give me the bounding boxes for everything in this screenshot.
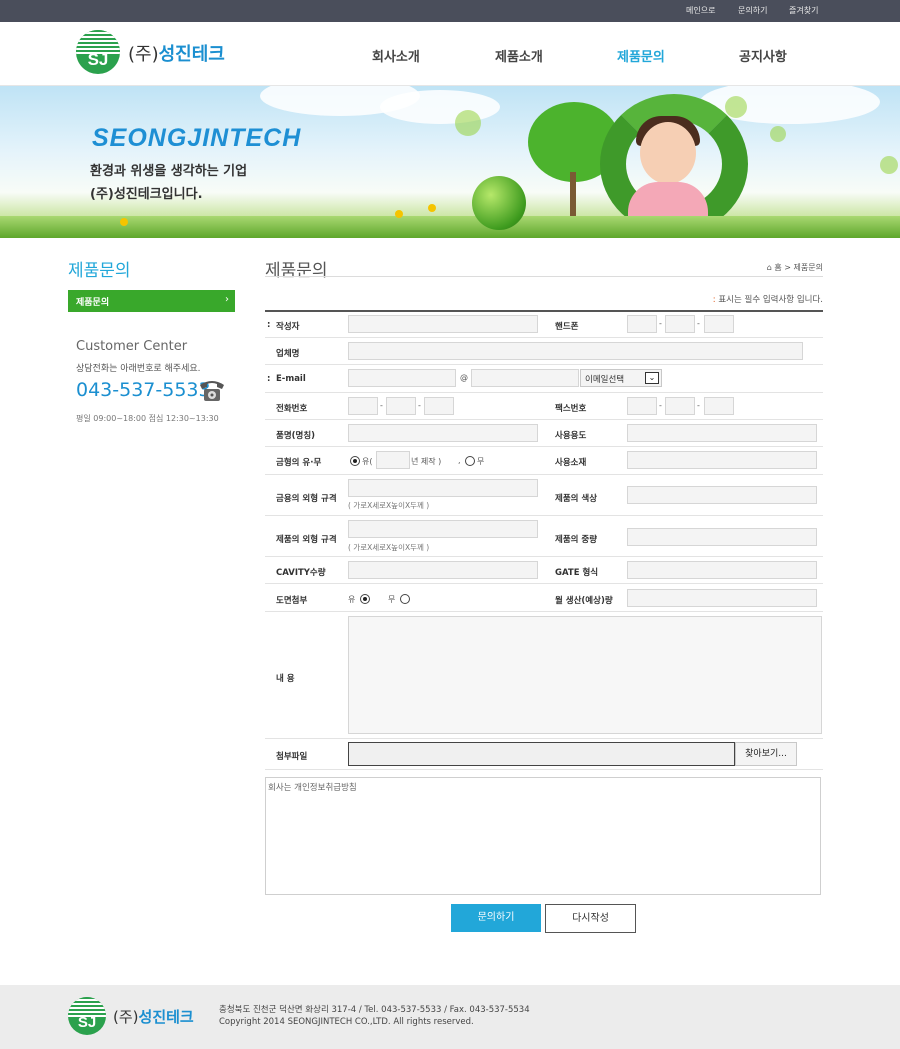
footer-copyright: Copyright 2014 SEONGJINTECH CO.,LTD. All… [219,1017,474,1027]
company-label: 업체명 [276,349,300,359]
material-label: 사용소재 [555,458,587,468]
product-weight-label: 제품의 중량 [555,535,598,545]
phone-input-3[interactable] [424,397,454,415]
footer-logo-emblem: SJ [68,997,106,1035]
chevron-down-icon: ⌄ [645,372,659,384]
logo-emblem: SJ [76,30,120,74]
company-input[interactable] [348,342,803,360]
reset-button[interactable]: 다시작성 [545,904,636,933]
mold-no-radio[interactable] [465,456,475,466]
title-divider [265,276,823,277]
banner-slogan-line2: (주)성진테크입니다. [90,187,203,202]
gate-input[interactable] [627,561,817,579]
sidebar-title: 제품문의 [68,261,131,281]
drawing-yes-radio[interactable] [360,594,370,604]
product-size-label: 제품의 외형 규격 [276,535,337,545]
email-domain-input[interactable] [471,369,579,387]
submit-button[interactable]: 문의하기 [451,904,541,932]
fax-input-2[interactable] [665,397,695,415]
product-size-input[interactable] [348,520,538,538]
footer-address: 충청북도 진천군 덕산면 화상리 317-4 / Tel. 043-537-55… [219,1005,530,1015]
mold-size-label: 금용의 외형 규격 [276,494,337,504]
product-weight-input[interactable] [627,528,817,546]
material-input[interactable] [627,451,817,469]
page-title: 제품문의 [265,261,328,281]
form-top-border [265,310,823,312]
fax-label: 팩스번호 [555,404,587,414]
usage-label: 사용용도 [555,431,587,441]
writer-label: 작성자 [276,322,300,332]
contact-link[interactable]: 문의하기 [738,5,767,16]
product-color-label: 제품의 색상 [555,494,598,504]
fax-input-1[interactable] [627,397,657,415]
customer-center-title: Customer Center [76,339,188,354]
phone-label: 전화번호 [276,404,308,414]
hero-banner: SEONGJINTECH 환경과 위생을 생각하는 기업 (주)성진테크입니다. [0,86,900,238]
customer-center-hours: 평일 09:00~18:00 점심 12:30~13:30 [76,414,219,423]
monthly-production-label: 월 생산(예상)량 [555,596,613,606]
mold-year-input[interactable] [376,451,410,469]
mobile-input-3[interactable] [704,315,734,333]
nav-inquiry[interactable]: 제품문의 [617,46,665,65]
phone-input-1[interactable] [348,397,378,415]
child-photo [640,122,696,184]
sidebar-item-label: 제품문의 [76,298,110,308]
privacy-policy-text: 회사는 개인정보취급방침 [268,783,357,793]
top-utility-bar: 메인으로 문의하기 즐겨찾기 [0,0,900,22]
banner-slogan-line1: 환경과 위생을 생각하는 기업 [90,164,248,179]
gate-label: GATE 형식 [555,568,599,578]
logo-text: (주)성진테크 [128,44,225,65]
favorite-link[interactable]: 즐겨찾기 [789,5,818,16]
usage-input[interactable] [627,424,817,442]
product-name-label: 품명(명칭) [276,431,316,441]
browse-button[interactable]: 찾아보기... [735,742,797,766]
file-path-input[interactable] [348,742,735,766]
mobile-label: 핸드폰 [555,322,579,332]
fax-input-3[interactable] [704,397,734,415]
sidebar-item-inquiry[interactable]: 제품문의 › [68,290,235,312]
file-label: 첨부파일 [276,752,308,762]
footer-company-name: (주)성진테크 [113,1008,194,1026]
required-mark-icon: : [712,295,716,305]
email-label: E-mail [276,374,306,384]
mold-exist-label: 금형의 유·무 [276,458,322,468]
cavity-input[interactable] [348,561,538,579]
content-textarea[interactable] [348,616,822,734]
nav-notice[interactable]: 공지사항 [739,46,787,65]
email-id-input[interactable] [348,369,456,387]
nav-products[interactable]: 제품소개 [495,46,543,65]
chevron-right-icon: › [225,294,229,305]
monthly-production-input[interactable] [627,589,817,607]
drawing-label: 도면첨부 [276,596,308,606]
writer-input[interactable] [348,315,538,333]
mold-yes-radio[interactable] [350,456,360,466]
required-note: : 표시는 필수 입력사항 입니다. [712,295,823,305]
cavity-label: CAVITY수량 [276,568,326,578]
content-label: 내 용 [276,674,295,684]
privacy-policy-box[interactable]: 회사는 개인정보취급방침 [265,777,821,895]
mold-size-input[interactable] [348,479,538,497]
nav-company[interactable]: 회사소개 [372,46,420,65]
breadcrumb: ⌂ 홈 > 제품문의 [766,263,823,272]
mobile-input-2[interactable] [665,315,695,333]
home-link[interactable]: 메인으로 [686,5,715,16]
required-mark-icon: : [267,374,271,384]
globe-icon [472,176,526,230]
telephone-icon [200,381,224,401]
banner-brand: SEONGJINTECH [92,124,302,152]
customer-center-phone: 043-537-5533 [76,379,211,401]
site-footer: SJ (주)성진테크 충청북도 진천군 덕산면 화상리 317-4 / Tel.… [0,985,900,1049]
email-domain-select[interactable]: 이메일선택 ⌄ [580,369,662,387]
customer-center-desc: 상담전화는 아래번호로 해주세요. [76,364,201,374]
drawing-no-radio[interactable] [400,594,410,604]
product-name-input[interactable] [348,424,538,442]
required-mark-icon: : [267,320,271,330]
mobile-input-1[interactable] [627,315,657,333]
product-color-input[interactable] [627,486,817,504]
phone-input-2[interactable] [386,397,416,415]
site-header: SJ (주)성진테크 회사소개 제품소개 제품문의 공지사항 [0,22,900,86]
